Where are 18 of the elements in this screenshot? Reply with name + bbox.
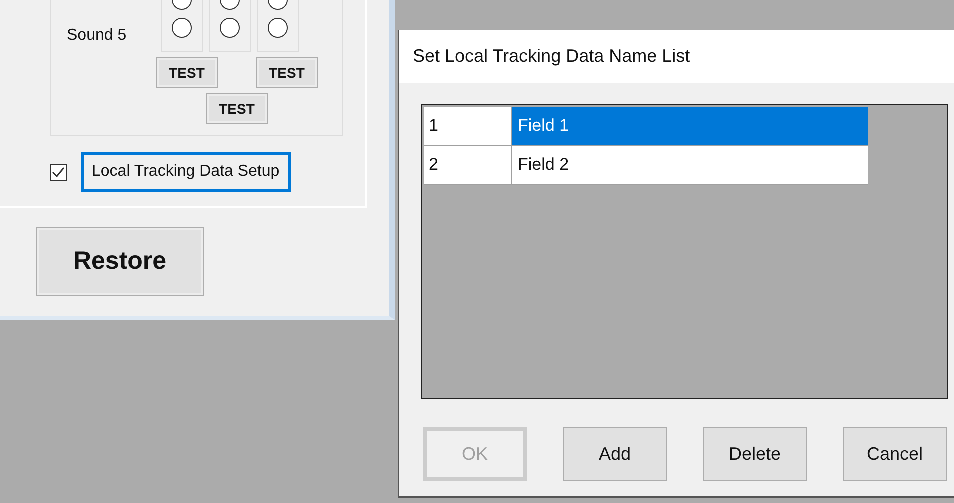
restore-button[interactable]: Restore	[36, 227, 204, 296]
index-cell: 2	[424, 146, 512, 185]
test-button[interactable]: TEST	[256, 57, 318, 88]
radio-button[interactable]	[172, 18, 192, 38]
name-cell[interactable]: Field 2	[512, 146, 868, 185]
radio-button[interactable]	[220, 18, 240, 38]
dialog-button[interactable]: Cancel	[843, 427, 947, 481]
dialog-button[interactable]: Add	[563, 427, 667, 481]
radio-button[interactable]	[268, 18, 288, 38]
dialog-title: Set Local Tracking Data Name List	[413, 46, 690, 67]
setup-checkbox[interactable]	[50, 164, 67, 180]
index-cell: 1	[424, 107, 512, 146]
test-button[interactable]: TEST	[156, 57, 218, 88]
test-button[interactable]: TEST	[206, 93, 268, 124]
dialog-button[interactable]: Delete	[703, 427, 807, 481]
sound-label: Sound 5	[67, 27, 128, 46]
setup-button[interactable]: Local Tracking Data Setup	[81, 152, 291, 192]
name-cell[interactable]: Field 1	[512, 107, 868, 146]
